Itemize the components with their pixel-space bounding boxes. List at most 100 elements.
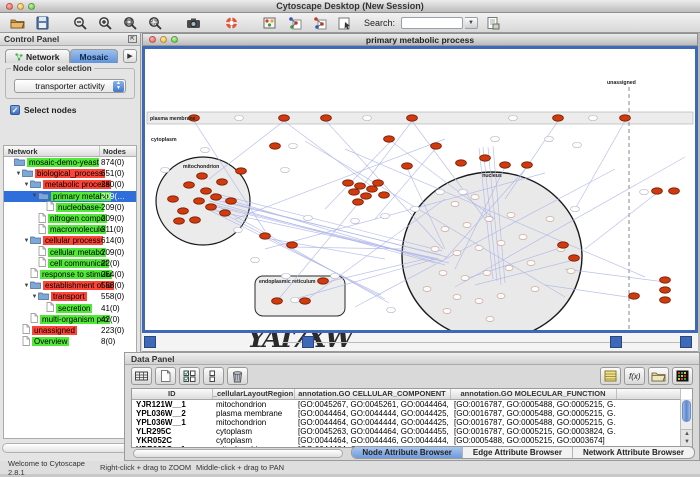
table-cell[interactable]: YKR052C xyxy=(132,436,212,445)
search-input[interactable] xyxy=(401,17,463,29)
float-panel-icon[interactable]: ⇱ xyxy=(128,35,137,43)
table-cell[interactable]: [GO:0016787, GO:0005488, GO:0005215, G… xyxy=(450,399,616,409)
expander-icon[interactable]: ▼ xyxy=(31,294,38,300)
formula-icon[interactable]: f(x) xyxy=(624,367,645,385)
node-unselected[interactable] xyxy=(497,294,505,299)
table-row[interactable]: YLR295Ccytoplasm[GO:0045263, GO:0044464,… xyxy=(132,427,680,436)
table-row[interactable]: YPL036W__1mitochondrion[GO:0044464, GO:0… xyxy=(132,418,680,427)
node-highlighted[interactable] xyxy=(287,242,298,248)
zoom-out-icon[interactable] xyxy=(69,14,91,31)
node-highlighted[interactable] xyxy=(431,143,442,149)
node-unselected[interactable] xyxy=(463,223,471,228)
merge-networks-icon[interactable] xyxy=(283,14,305,31)
data-panel-header[interactable]: Data Panel xyxy=(125,353,699,365)
node-highlighted[interactable] xyxy=(270,143,281,149)
column-header[interactable]: _cellularLayoutRegion xyxy=(212,389,294,399)
table-row[interactable]: YPL036W__2plasma membrane[GO:0044464, GO… xyxy=(132,409,680,418)
tree-row[interactable]: ▼metabolic process280(0) xyxy=(4,179,136,190)
node-unselected[interactable] xyxy=(251,257,260,262)
node-highlighted[interactable] xyxy=(660,277,671,283)
node-highlighted[interactable] xyxy=(321,115,332,121)
node-unselected[interactable] xyxy=(491,136,500,141)
node-unselected[interactable] xyxy=(475,299,483,304)
node-unselected[interactable] xyxy=(234,227,243,232)
table-cell[interactable]: [GO:0016787, GO:0005488, GO:0005215, G… xyxy=(450,418,616,427)
table-cell[interactable]: YDR039C__1 xyxy=(132,445,212,449)
node-unselected[interactable] xyxy=(475,246,483,251)
node-highlighted[interactable] xyxy=(343,180,354,186)
node-unselected[interactable] xyxy=(281,167,290,172)
node-unselected[interactable] xyxy=(441,227,449,232)
tree-row[interactable]: cellular metabo209(0) xyxy=(4,247,136,258)
column-header[interactable]: annotation.GO CELLULAR_COMPONENT xyxy=(294,389,450,399)
column-header[interactable]: ID xyxy=(132,389,212,399)
tree-col-nodes[interactable]: Nodes xyxy=(100,146,136,156)
table-cell[interactable] xyxy=(616,418,680,427)
node-highlighted[interactable] xyxy=(260,233,271,239)
node-unselected[interactable] xyxy=(436,189,445,194)
merge-attributes-icon[interactable] xyxy=(308,14,330,31)
table-cell[interactable]: YPL036W__1 xyxy=(132,418,212,427)
node-highlighted[interactable] xyxy=(349,189,360,195)
node-highlighted[interactable] xyxy=(279,115,290,121)
node-unselected[interactable] xyxy=(531,287,539,292)
node-unselected[interactable] xyxy=(486,317,494,322)
minimize-icon[interactable] xyxy=(17,3,24,10)
node-highlighted[interactable] xyxy=(384,136,395,142)
expander-icon[interactable]: ▼ xyxy=(15,171,22,177)
frame-close-icon[interactable] xyxy=(149,36,156,43)
zoom-selected-icon[interactable] xyxy=(144,14,166,31)
node-highlighted[interactable] xyxy=(660,297,671,303)
node-unselected[interactable] xyxy=(439,271,447,276)
selection-handle-icon[interactable] xyxy=(680,336,692,348)
tree-row[interactable]: macromolecule311(0) xyxy=(4,224,136,235)
tree-row[interactable]: nucleobase-209(0) xyxy=(4,202,136,213)
tab-network-attribute-browser[interactable]: Network Attribute Browser xyxy=(573,447,694,458)
expander-icon[interactable]: ▼ xyxy=(23,182,30,188)
column-header[interactable]: annotation.GO MOLECULAR_FUNCTION xyxy=(450,389,616,399)
node-unselected[interactable] xyxy=(282,273,291,278)
node-highlighted[interactable] xyxy=(300,298,311,304)
node-unselected[interactable] xyxy=(201,147,210,152)
node-highlighted[interactable] xyxy=(206,204,217,210)
node-unselected[interactable] xyxy=(527,261,535,266)
node-unselected[interactable] xyxy=(519,235,527,240)
tab-overflow-icon[interactable]: ▶ xyxy=(123,49,137,63)
tab-node-attribute-browser[interactable]: Node Attribute Browser xyxy=(352,447,463,458)
save-table-icon[interactable] xyxy=(600,367,621,385)
node-highlighted[interactable] xyxy=(174,218,185,224)
table-cell[interactable]: mitochondrion xyxy=(212,418,294,427)
import-attributes-icon[interactable] xyxy=(481,14,503,31)
tree-row[interactable]: Overview8(0) xyxy=(4,336,136,347)
node-unselected[interactable] xyxy=(381,213,390,218)
table-cell[interactable]: YLR295C xyxy=(132,427,212,436)
tree-row[interactable]: multi-organism pro42(0) xyxy=(4,314,136,325)
node-unselected[interactable] xyxy=(351,218,360,223)
expander-icon[interactable]: ▼ xyxy=(23,238,30,244)
node-color-dropdown[interactable]: transporter activity ▲▼ xyxy=(14,79,126,93)
node-unselected[interactable] xyxy=(589,115,598,120)
table-cell[interactable]: [GO:0016787, GO:0005215, GO:0003824, G… xyxy=(450,427,616,436)
unselect-attributes-icon[interactable] xyxy=(203,367,224,385)
node-highlighted[interactable] xyxy=(652,188,663,194)
node-highlighted[interactable] xyxy=(379,192,390,198)
tree-row[interactable]: mosaic-demo-yeast874(0) xyxy=(4,157,136,168)
node-highlighted[interactable] xyxy=(194,198,205,204)
node-highlighted[interactable] xyxy=(407,115,418,121)
node-highlighted[interactable] xyxy=(456,160,467,166)
table-cell[interactable]: cytoplasm xyxy=(212,436,294,445)
node-unselected[interactable] xyxy=(497,241,505,246)
node-unselected[interactable] xyxy=(545,136,554,141)
node-highlighted[interactable] xyxy=(197,173,208,179)
table-cell[interactable]: [GO:0045263, GO:0044464, GO:0044455, G… xyxy=(294,427,450,436)
node-unselected[interactable] xyxy=(235,115,244,120)
tree-col-network[interactable]: Network xyxy=(4,146,100,156)
network-canvas[interactable]: plasma membranecytoplasmmitochondrionnuc… xyxy=(142,46,698,333)
open-folder-icon[interactable] xyxy=(648,367,669,385)
network-view-titlebar[interactable]: primary metabolic process xyxy=(142,33,698,46)
annotation-icon[interactable] xyxy=(333,14,355,31)
app-titlebar[interactable]: Cytoscape Desktop (New Session) xyxy=(0,0,700,13)
matrix-icon[interactable] xyxy=(672,367,693,385)
node-highlighted[interactable] xyxy=(226,198,237,204)
column-header[interactable] xyxy=(616,389,680,399)
